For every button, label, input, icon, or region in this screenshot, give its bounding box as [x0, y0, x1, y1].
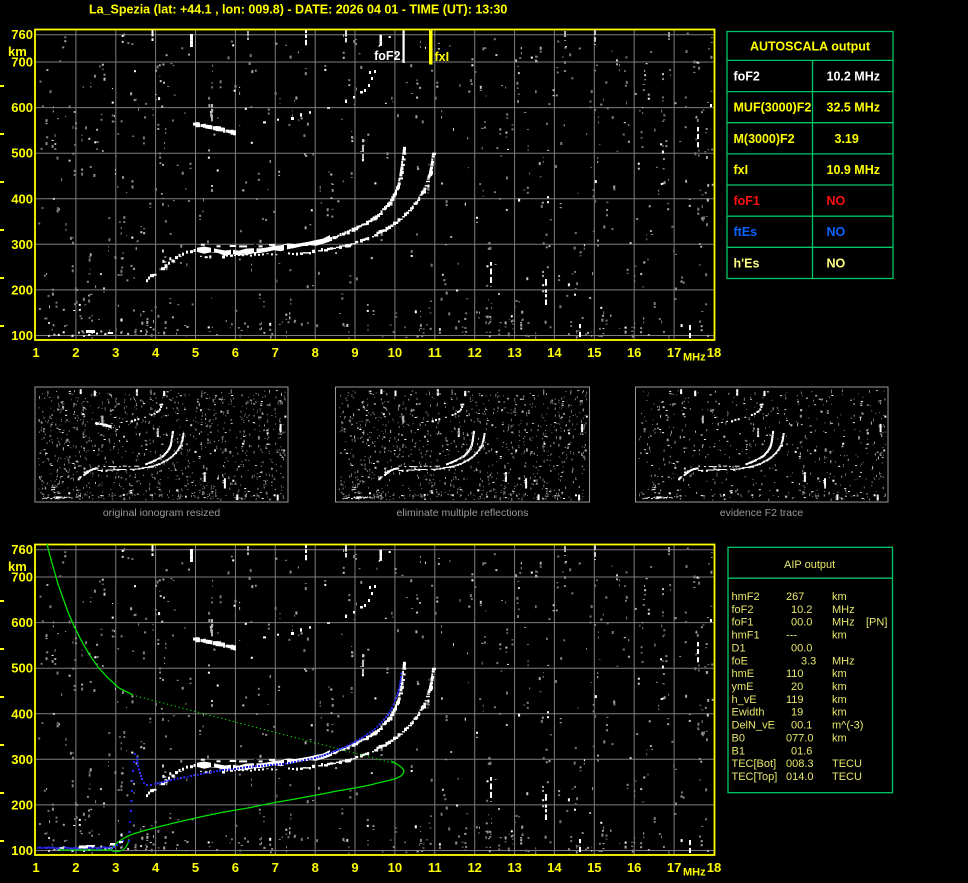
svg-text:3: 3 — [112, 345, 119, 360]
svg-text:100: 100 — [11, 328, 33, 343]
svg-text:500: 500 — [11, 146, 33, 161]
svg-text:32.5 MHz: 32.5 MHz — [827, 101, 881, 115]
svg-text:2: 2 — [72, 345, 79, 360]
svg-text:1: 1 — [32, 345, 39, 360]
svg-text:8: 8 — [312, 345, 319, 360]
svg-text:200: 200 — [11, 282, 33, 297]
svg-text:10: 10 — [388, 345, 402, 360]
svg-text:foF1: foF1 — [734, 194, 760, 208]
svg-text:18: 18 — [707, 345, 721, 360]
svg-text:300: 300 — [11, 237, 33, 252]
svg-text:11: 11 — [428, 345, 442, 360]
svg-text:17: 17 — [667, 345, 681, 360]
svg-text:ftEs: ftEs — [734, 225, 758, 239]
svg-text:MUF(3000)F2: MUF(3000)F2 — [734, 101, 812, 115]
svg-text:MHz: MHz — [683, 352, 706, 364]
svg-text:10.2 MHz: 10.2 MHz — [827, 70, 881, 84]
svg-text:NO: NO — [827, 225, 846, 239]
svg-text:14: 14 — [547, 345, 562, 360]
svg-text:AUTOSCALA output: AUTOSCALA output — [750, 40, 871, 54]
svg-text:NO: NO — [827, 194, 846, 208]
svg-text:16: 16 — [627, 345, 641, 360]
svg-text:La_Spezia (lat: +44.1 , lon: 0: La_Spezia (lat: +44.1 , lon: 009.8) - DA… — [89, 3, 507, 17]
svg-text:foF2: foF2 — [374, 49, 400, 63]
svg-text:6: 6 — [232, 345, 239, 360]
svg-text:400: 400 — [11, 191, 33, 206]
svg-text:fxI: fxI — [734, 163, 749, 177]
svg-text:NO: NO — [827, 256, 846, 270]
svg-text:700: 700 — [11, 55, 33, 70]
svg-text:fxI: fxI — [435, 50, 450, 64]
svg-text:7: 7 — [272, 345, 279, 360]
svg-text:13: 13 — [507, 345, 521, 360]
svg-text:foF2: foF2 — [734, 70, 760, 84]
svg-text:15: 15 — [587, 345, 601, 360]
svg-text:10.9 MHz: 10.9 MHz — [827, 163, 881, 177]
svg-text:9: 9 — [351, 345, 358, 360]
svg-text:12: 12 — [467, 345, 481, 360]
svg-text:5: 5 — [192, 345, 199, 360]
svg-text:600: 600 — [11, 100, 33, 115]
svg-text:h'Es: h'Es — [734, 256, 760, 270]
svg-text:M(3000)F2: M(3000)F2 — [734, 132, 795, 146]
svg-text:760: 760 — [11, 27, 33, 42]
svg-text:4: 4 — [152, 345, 160, 360]
svg-text:3.19: 3.19 — [835, 132, 859, 146]
